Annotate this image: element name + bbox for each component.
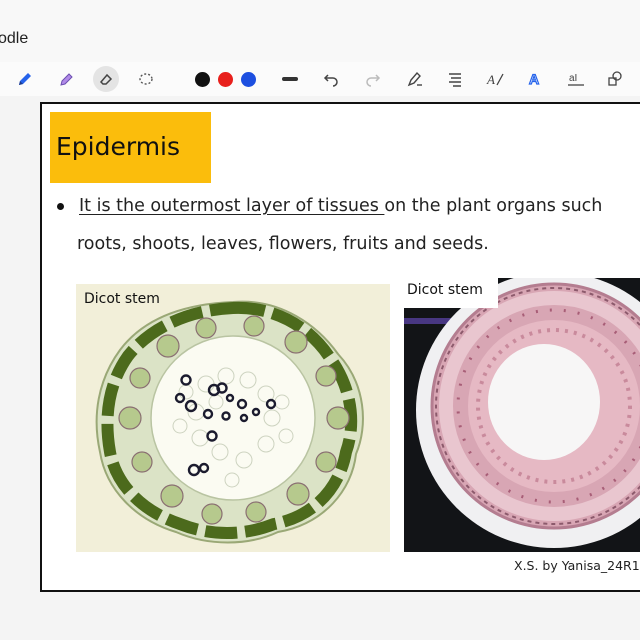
image-label-2: Dicot stem [407, 282, 483, 298]
text-box-icon[interactable]: aI [565, 68, 587, 90]
undo-icon[interactable] [320, 68, 342, 90]
heading-box: Epidermis [50, 112, 211, 183]
lasso-icon[interactable] [135, 68, 157, 90]
bullet-rest-text: on the plant organs such [384, 196, 603, 216]
shape-pen-icon[interactable] [404, 68, 426, 90]
eraser-icon[interactable] [93, 66, 119, 92]
bullet-dot [57, 203, 64, 210]
color-blue-swatch[interactable] [241, 72, 256, 87]
image-credit: X.S. by Yanisa_24R1 [514, 558, 640, 573]
dicot-stem-image-2: Dicot stem [404, 278, 640, 552]
bullet-text-line-1: It is the outermost layer of tissues on … [79, 196, 602, 216]
text-align-icon[interactable] [444, 68, 466, 90]
annotation-toolbar: A A aI [0, 62, 640, 97]
bullet-underlined-text: It is the outermost layer of tissues [79, 196, 385, 216]
image-label-2-box: Dicot stem [404, 278, 498, 308]
slide: Epidermis It is the outermost layer of t… [40, 102, 640, 592]
bullet-text-line-2: roots, shoots, leaves, flowers, fruits a… [77, 234, 489, 254]
shapes-icon[interactable] [604, 68, 626, 90]
title-bar: odle [0, 0, 640, 62]
svg-text:A: A [529, 71, 539, 87]
image-label-1: Dicot stem [84, 291, 160, 307]
text-style-icon[interactable]: A [524, 68, 546, 90]
color-red-swatch[interactable] [218, 72, 233, 87]
svg-text:A: A [486, 72, 495, 87]
pen-icon[interactable] [14, 68, 36, 90]
svg-text:aI: aI [569, 73, 577, 84]
stroke-width-icon[interactable] [279, 68, 301, 90]
slide-heading: Epidermis [56, 132, 181, 161]
text-tool-icon[interactable]: A [484, 68, 506, 90]
highlighter-icon[interactable] [55, 68, 77, 90]
app-title: odle [0, 30, 29, 47]
redo-icon[interactable] [362, 68, 384, 90]
color-black-swatch[interactable] [195, 72, 210, 87]
dicot-stem-image-1: Dicot stem [76, 284, 390, 552]
